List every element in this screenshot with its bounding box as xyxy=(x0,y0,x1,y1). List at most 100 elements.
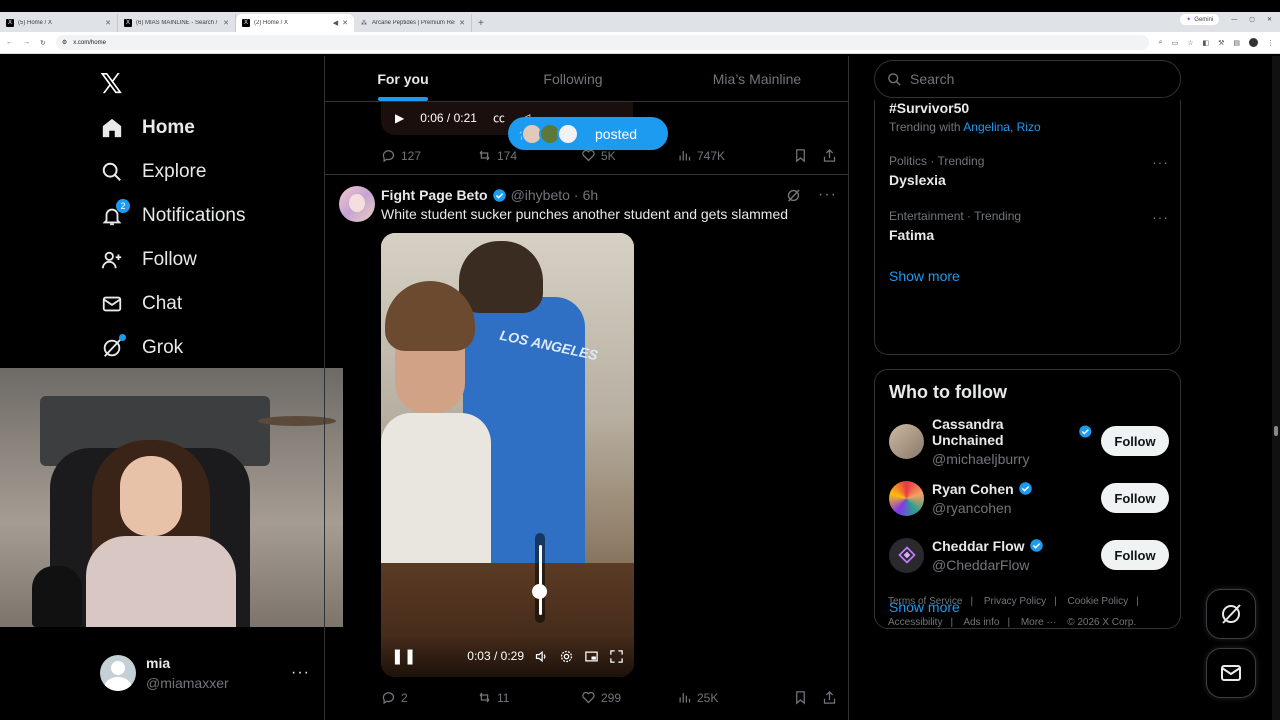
picture-in-picture-icon[interactable] xyxy=(584,649,599,664)
bookmark-icon[interactable] xyxy=(793,690,808,705)
tweet-time[interactable]: 6h xyxy=(583,187,599,203)
speaker-icon[interactable]: ◀ xyxy=(333,19,338,27)
trend-item[interactable]: Entertainment · Trending Fatima ··· xyxy=(889,209,1169,243)
close-window-icon[interactable]: ✕ xyxy=(1267,16,1272,23)
views-button[interactable]: 747K xyxy=(677,148,785,163)
grok-icon[interactable] xyxy=(785,187,802,204)
nav-grok[interactable]: Grok xyxy=(100,333,183,363)
extensions-icon[interactable]: ⚒ xyxy=(1218,39,1224,47)
volume-slider-knob[interactable] xyxy=(532,583,547,599)
reload-icon[interactable]: ↻ xyxy=(40,39,46,47)
sidepanel-icon[interactable]: ◧ xyxy=(1202,39,1209,47)
avatar[interactable] xyxy=(339,186,375,222)
views-button[interactable]: 25K xyxy=(677,690,785,705)
author-name[interactable]: Fight Page Beto xyxy=(381,187,488,203)
verified-badge-icon xyxy=(492,188,506,202)
nav-follow[interactable]: Follow xyxy=(100,245,197,275)
footer-link[interactable]: Privacy Policy xyxy=(984,596,1046,607)
footer-link[interactable]: Accessibility xyxy=(888,617,942,628)
cast-icon[interactable]: ▭ xyxy=(1172,39,1179,47)
share-icon[interactable] xyxy=(822,690,837,705)
author-handle[interactable]: @ihybeto xyxy=(511,187,570,203)
repost-button[interactable]: 11 xyxy=(477,690,581,705)
fullscreen-icon[interactable] xyxy=(609,649,624,664)
reply-count: 127 xyxy=(401,148,422,163)
captions-icon[interactable]: ㏄ xyxy=(493,109,505,126)
pause-icon[interactable]: ❚❚ xyxy=(391,647,416,665)
new-tab-button[interactable]: + xyxy=(472,14,490,32)
volume-icon[interactable] xyxy=(534,649,549,664)
tab-mias-mainline[interactable]: Mia’s Mainline xyxy=(665,56,848,101)
cheddar-flow-logo-icon xyxy=(897,546,916,564)
messages-floating-button[interactable] xyxy=(1206,648,1256,698)
more-icon[interactable]: ··· xyxy=(818,186,837,204)
trend-related-links[interactable]: Angelina, Rizo xyxy=(963,120,1040,134)
more-icon[interactable]: ··· xyxy=(291,664,310,682)
nav-explore[interactable]: Explore xyxy=(100,157,206,187)
follow-suggestion[interactable]: Ryan Cohen @ryancohen Follow xyxy=(889,478,1169,518)
close-icon[interactable]: ✕ xyxy=(342,19,348,27)
play-icon[interactable]: ▶ xyxy=(395,111,404,125)
webcam-overlay xyxy=(0,368,343,627)
restore-icon[interactable]: ▢ xyxy=(1249,16,1255,23)
back-icon[interactable]: ← xyxy=(6,39,13,46)
profile-avatar[interactable] xyxy=(1249,38,1258,47)
forward-icon[interactable]: → xyxy=(23,39,30,46)
close-icon[interactable]: ✕ xyxy=(223,19,229,27)
site-info-icon[interactable]: ⚙ xyxy=(62,39,67,46)
scrollbar-thumb[interactable] xyxy=(1274,426,1278,436)
tweet-divider xyxy=(325,174,848,175)
x-logo-icon[interactable]: 𝕏 xyxy=(100,67,123,100)
follow-button[interactable]: Follow xyxy=(1101,426,1169,456)
close-icon[interactable]: ✕ xyxy=(459,19,465,27)
like-button[interactable]: 5K xyxy=(581,148,677,163)
close-icon[interactable]: ✕ xyxy=(105,19,111,27)
trend-item[interactable]: #Survivor50 Trending with Angelina, Rizo xyxy=(889,100,1169,134)
zoom-icon[interactable]: ⌕ xyxy=(1159,39,1163,47)
footer-link[interactable]: Terms of Service xyxy=(888,596,962,607)
tab-following[interactable]: Following xyxy=(481,56,665,101)
bookmark-icon[interactable] xyxy=(793,148,808,163)
nav-home[interactable]: Home xyxy=(100,113,195,143)
trend-item[interactable]: Politics · Trending Dyslexia ··· xyxy=(889,154,1169,188)
webcam-microphone xyxy=(32,566,82,627)
more-icon[interactable]: ··· xyxy=(1152,154,1169,170)
minimize-icon[interactable]: — xyxy=(1231,17,1237,23)
browser-tab-active[interactable]: X (2) Home / X ◀ ✕ xyxy=(236,14,354,32)
settings-icon[interactable] xyxy=(559,649,574,664)
footer-link[interactable]: More ··· xyxy=(1021,617,1057,628)
share-icon[interactable] xyxy=(822,148,837,163)
search-input[interactable]: Search xyxy=(874,60,1181,98)
follow-suggestion[interactable]: Cassandra Unchained @michaeljburry Follo… xyxy=(889,416,1169,467)
reply-button[interactable]: 2 xyxy=(381,690,477,705)
follow-button[interactable]: Follow xyxy=(1101,540,1169,570)
page-scrollbar[interactable] xyxy=(1272,56,1280,720)
grok-floating-button[interactable] xyxy=(1206,589,1256,639)
gemini-button[interactable]: ✦ Gemini xyxy=(1180,14,1220,25)
browser-tab[interactable]: X (5) Home / X ✕ xyxy=(0,14,118,32)
browser-tab[interactable]: ⁂ Arcane Peptides | Premium Res... ✕ xyxy=(354,14,472,32)
repost-button[interactable]: 174 xyxy=(477,148,581,163)
tweet-video[interactable]: LOS ANGELES ❚❚ 0:03 / 0:29 xyxy=(381,233,634,677)
bookmark-star-icon[interactable]: ☆ xyxy=(1187,39,1193,47)
nav-notifications[interactable]: 2 Notifications xyxy=(100,199,246,231)
tweet-text: White student sucker punches another stu… xyxy=(381,206,789,222)
like-button[interactable]: 299 xyxy=(581,690,677,705)
downloads-icon[interactable]: ▤ xyxy=(1233,39,1240,47)
footer-link[interactable]: Cookie Policy xyxy=(1068,596,1129,607)
url-field[interactable]: ⚙ x.com/home xyxy=(55,35,1149,50)
trends-show-more-link[interactable]: Show more xyxy=(889,268,960,284)
volume-slider-fill xyxy=(539,545,542,615)
chrome-menu-icon[interactable]: ⋮ xyxy=(1267,39,1274,47)
repost-icon xyxy=(479,692,490,703)
browser-tab[interactable]: X (6) MIAS MAINLINE - Search / X ✕ xyxy=(118,14,236,32)
reply-button[interactable]: 127 xyxy=(381,148,477,163)
follow-suggestion[interactable]: Cheddar Flow @CheddarFlow Follow xyxy=(889,535,1169,575)
follow-button[interactable]: Follow xyxy=(1101,483,1169,513)
account-switcher[interactable]: mia @miamaxxer ··· xyxy=(100,651,310,695)
more-icon[interactable]: ··· xyxy=(1152,209,1169,225)
tab-for-you[interactable]: For you xyxy=(325,56,481,101)
footer-link[interactable]: Ads info xyxy=(963,617,999,628)
nav-chat[interactable]: Chat xyxy=(100,289,182,319)
new-posts-pill[interactable]: ↑ posted xyxy=(508,117,668,150)
